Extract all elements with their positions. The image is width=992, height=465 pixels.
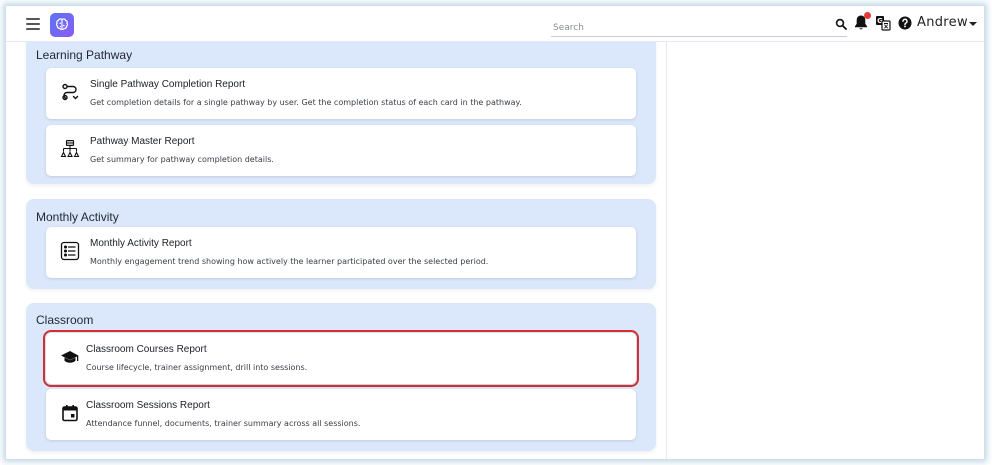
detail-pane [666,42,984,459]
translate-icon[interactable]: G [875,15,891,31]
card-title: Monthly Activity Report [90,238,192,249]
section-title: Monthly Activity [36,210,119,224]
card-description: Monthly engagement trend showing how act… [90,257,489,266]
card-title: Pathway Master Report [90,136,195,147]
search-bar [551,15,847,38]
chevron-down-icon[interactable] [969,22,977,26]
report-card-monthly-activity[interactable]: Monthly Activity Report Monthly engageme… [46,227,636,278]
help-icon[interactable] [898,16,912,30]
menu-icon[interactable] [26,18,40,30]
brain-logo-icon[interactable] [50,13,74,37]
route-icon [62,83,79,101]
report-card-pathway-master[interactable]: Pathway Master Report Get summary for pa… [46,125,636,176]
card-description: Get summary for pathway completion detai… [90,155,274,164]
hierarchy-icon [60,139,80,158]
reports-list: Learning Pathway Single Pathway Completi… [6,42,666,459]
report-card-classroom-sessions[interactable]: Classroom Sessions Report Attendance fun… [46,389,636,440]
notification-badge [864,12,871,19]
section-learning-pathway: Learning Pathway Single Pathway Completi… [26,42,656,184]
search-input[interactable] [551,18,821,38]
report-card-single-pathway-completion[interactable]: Single Pathway Completion Report Get com… [46,68,636,119]
section-classroom: Classroom Classroom Courses Report Cours… [26,303,656,451]
card-title: Classroom Courses Report [86,344,207,355]
app-window: G Andrew Learning Pathway Single P [5,5,985,460]
report-card-classroom-courses[interactable]: Classroom Courses Report Course lifecycl… [43,330,639,387]
card-description: Course lifecycle, trainer assignment, dr… [86,363,308,372]
user-menu-name[interactable]: Andrew [917,15,968,30]
section-title: Classroom [36,313,94,327]
card-description: Get completion details for a single path… [90,98,522,107]
search-icon[interactable] [835,18,847,30]
list-icon [60,241,80,261]
card-title: Single Pathway Completion Report [90,79,246,90]
section-monthly-activity: Monthly Activity Monthly Activity Report… [26,199,656,289]
graduation-cap-icon [61,351,79,363]
top-bar: G Andrew [6,6,984,42]
card-title: Classroom Sessions Report [86,400,210,411]
card-description: Attendance funnel, documents, trainer su… [86,419,361,428]
section-title: Learning Pathway [36,48,133,62]
calendar-icon [62,405,78,422]
